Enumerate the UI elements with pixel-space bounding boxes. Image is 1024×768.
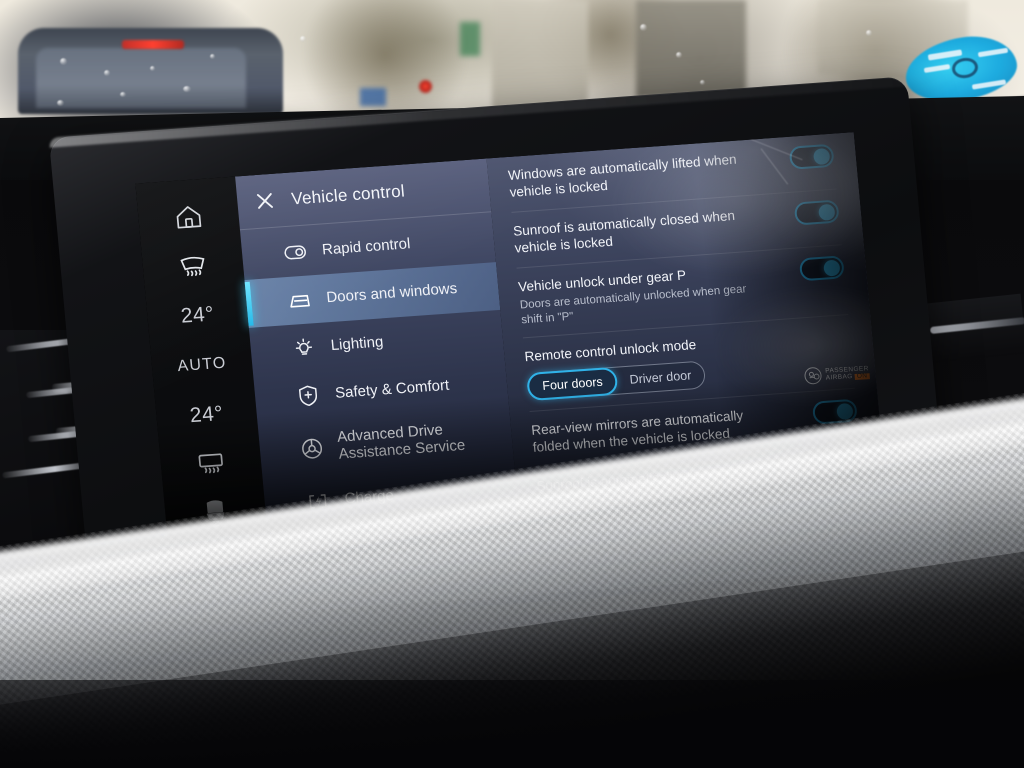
traffic-light-red (419, 80, 432, 93)
driver-temperature[interactable]: 24° (158, 290, 238, 341)
airbag-line-2: AIRBAG ON (826, 372, 870, 382)
screenshot-root: 24° AUTO 24° Vehicle control Rapid contr… (0, 0, 1024, 768)
rear-defrost-button[interactable] (171, 439, 251, 490)
building-blur (492, 0, 588, 116)
brake-light (122, 40, 184, 49)
toggle-sunroof-auto-close-lock[interactable] (793, 199, 840, 226)
auto-mode-button[interactable]: AUTO (162, 340, 242, 391)
page-title: Vehicle control (290, 180, 406, 209)
toggle-knob (818, 203, 836, 221)
steering-wheel-icon (299, 436, 325, 462)
segmented-control-unlock-mode[interactable]: Four doors Driver door (526, 360, 707, 402)
segment-driver-door[interactable]: Driver door (615, 361, 705, 395)
row-texts: Vehicle unlock under gear P Doors are au… (518, 256, 848, 328)
airbag-symbol-icon (804, 366, 823, 385)
lightbulb-icon (290, 336, 318, 360)
street-sign-blue (360, 88, 386, 106)
lower-dashboard-shadow (0, 680, 1024, 768)
raindrop (150, 66, 155, 71)
home-icon (173, 203, 203, 231)
setting-label: Sunroof is automatically closed when veh… (512, 207, 736, 256)
sidebar-item-label: Advanced Drive Assistance Service (336, 421, 466, 463)
toggle-switch-icon (282, 245, 309, 261)
segment-four-doors[interactable]: Four doors (526, 366, 619, 402)
raindrop (104, 70, 110, 76)
raindrop (866, 30, 872, 36)
shield-plus-icon (294, 383, 322, 409)
toggle-vehicle-unlock-gear-p[interactable] (798, 254, 845, 281)
toggle-knob (836, 402, 854, 421)
car-door-icon (286, 290, 314, 310)
front-defrost-icon (177, 252, 209, 280)
raindrop (210, 54, 215, 59)
rear-defrost-icon (195, 450, 227, 478)
row-texts: Remote control unlock mode Four doors Dr… (523, 326, 854, 402)
raindrop (300, 36, 306, 42)
airbag-text: PASSENGER AIRBAG ON (825, 365, 870, 382)
toggle-knob (823, 259, 841, 277)
sidebar-item-label: Safety & Comfort (334, 376, 450, 402)
setting-label: Windows are automatically lifted when ve… (507, 151, 738, 200)
home-button[interactable] (149, 191, 229, 242)
raindrop (183, 86, 191, 92)
sidebar-item-label: Rapid control (321, 234, 412, 259)
raindrop (57, 100, 64, 106)
raindrop (700, 80, 705, 85)
passenger-temperature[interactable]: 24° (167, 389, 247, 440)
raindrop (120, 92, 126, 97)
toggle-knob (812, 147, 831, 166)
setting-label: Remote control unlock mode (523, 337, 697, 365)
raindrop (676, 52, 682, 58)
close-icon (256, 193, 273, 209)
airbag-status-on: ON (855, 372, 870, 381)
close-button[interactable] (235, 172, 294, 230)
raindrop (60, 58, 67, 65)
sidebar-item-label: Doors and windows (325, 279, 458, 306)
raindrop (640, 24, 647, 31)
street-sign-green (460, 22, 480, 56)
sidebar-item-label: Lighting (330, 332, 384, 354)
passenger-airbag-indicator: PASSENGER AIRBAG ON (804, 364, 870, 385)
front-defrost-button[interactable] (153, 241, 233, 292)
toggle-windows-auto-lift[interactable] (788, 143, 835, 170)
